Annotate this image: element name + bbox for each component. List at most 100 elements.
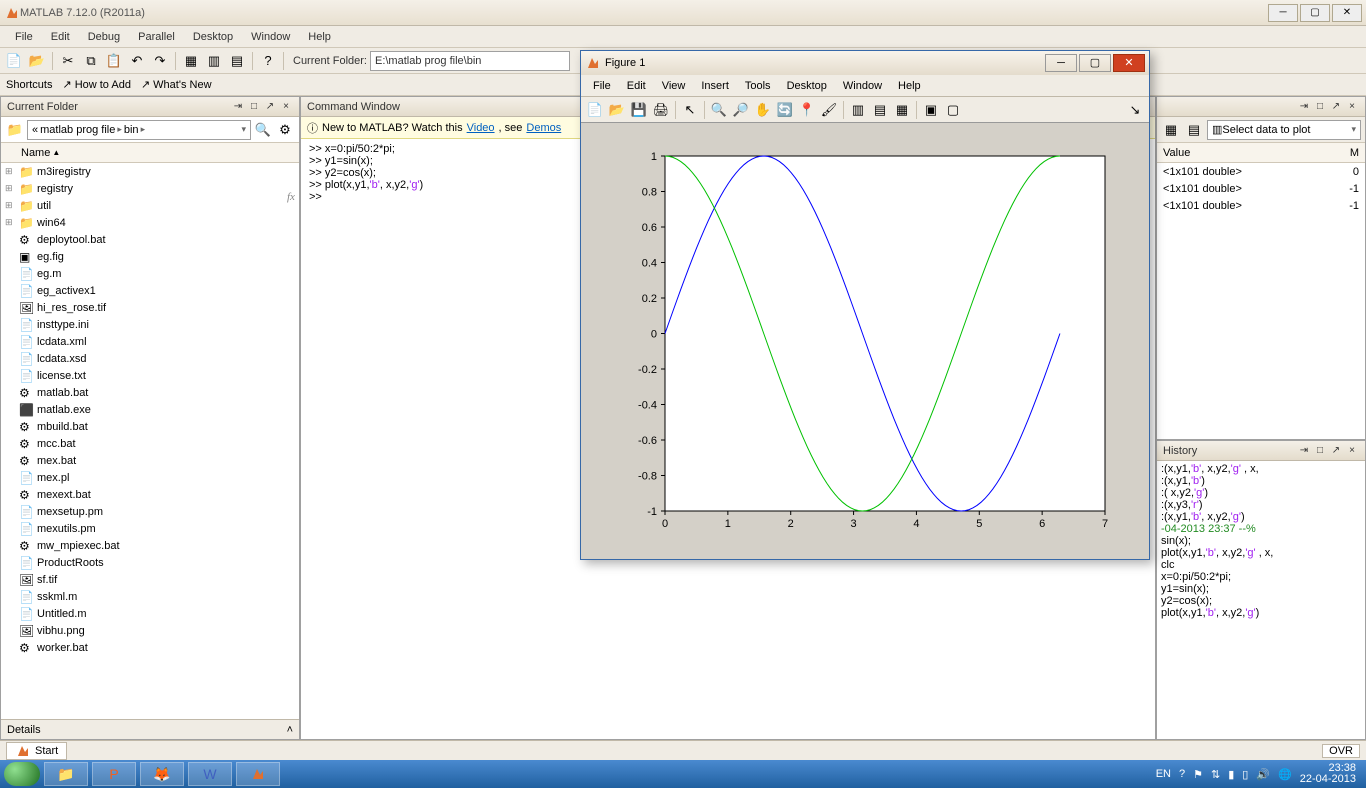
min-column-header[interactable]: M <box>1344 143 1365 162</box>
fig-zoom-out-icon[interactable]: 🔎 <box>731 100 751 120</box>
history-line[interactable]: y1=sin(x); <box>1161 583 1361 595</box>
workspace-variable-row[interactable]: <1x101 double>-1 <box>1157 197 1365 214</box>
value-column-header[interactable]: Value <box>1157 143 1344 162</box>
file-item[interactable]: ⊞📁util <box>1 197 299 214</box>
file-item[interactable]: 📄lcdata.xml <box>1 333 299 350</box>
file-item[interactable]: 📄license.txt <box>1 367 299 384</box>
fig-pointer-icon[interactable]: ↖ <box>680 100 700 120</box>
file-item[interactable]: ⚙mexext.bat <box>1 486 299 503</box>
panel-close-icon[interactable]: × <box>279 100 293 114</box>
undo-icon[interactable]: ↶ <box>127 51 147 71</box>
menu-debug[interactable]: Debug <box>79 31 129 43</box>
panel-max-icon[interactable]: □ <box>247 100 261 114</box>
profiler-icon[interactable]: ▤ <box>227 51 247 71</box>
network-tray-icon[interactable]: ⇅ <box>1211 768 1220 781</box>
help-icon[interactable]: ? <box>258 51 278 71</box>
guide-icon[interactable]: ▥ <box>204 51 224 71</box>
figure-menu-file[interactable]: File <box>585 80 619 92</box>
signal-tray-icon[interactable]: ▮ <box>1228 768 1234 781</box>
history-line[interactable]: :(x,y1,'b', x,y2,'g') <box>1161 511 1361 523</box>
history-line[interactable]: :(x,y1,'b', x,y2,'g' , x, <box>1161 463 1361 475</box>
word-taskbar-icon[interactable]: W <box>188 762 232 786</box>
start-orb[interactable] <box>4 762 40 786</box>
menu-window[interactable]: Window <box>242 31 299 43</box>
workspace-variable-row[interactable]: <1x101 double>-1 <box>1157 180 1365 197</box>
file-item[interactable]: ⚙mbuild.bat <box>1 418 299 435</box>
figure-menu-desktop[interactable]: Desktop <box>779 80 835 92</box>
fig-showplot-icon[interactable]: ▢ <box>943 100 963 120</box>
file-item[interactable]: ▣eg.fig <box>1 248 299 265</box>
fig-datatip-icon[interactable]: 📍 <box>797 100 817 120</box>
ws-max-icon[interactable]: □ <box>1313 100 1327 114</box>
hist-max-icon[interactable]: □ <box>1313 444 1327 458</box>
gear-icon[interactable]: ⚙ <box>275 120 295 140</box>
flag-tray-icon[interactable]: ⚑ <box>1193 768 1203 781</box>
fig-new-icon[interactable]: 📄 <box>585 100 605 120</box>
menu-edit[interactable]: Edit <box>42 31 79 43</box>
fig-save-icon[interactable]: 💾 <box>629 100 649 120</box>
fig-legend-icon[interactable]: ▤ <box>870 100 890 120</box>
file-item[interactable]: ⚙mw_mpiexec.bat <box>1 537 299 554</box>
file-item[interactable]: ⚙worker.bat <box>1 639 299 656</box>
file-item[interactable]: ⚙deploytool.bat <box>1 231 299 248</box>
history-line[interactable]: :(x,y1,'b') <box>1161 475 1361 487</box>
figure-menu-insert[interactable]: Insert <box>693 80 737 92</box>
open-file-icon[interactable]: 📂 <box>27 51 47 71</box>
panel-undock-icon[interactable]: ↗ <box>263 100 277 114</box>
history-line[interactable]: plot(x,y1,'b', x,y2,'g') <box>1161 607 1361 619</box>
fig-dock-icon[interactable]: ↘ <box>1125 100 1145 120</box>
ws-stack-icon[interactable]: ▦ <box>1161 120 1181 140</box>
history-line[interactable]: y2=cos(x); <box>1161 595 1361 607</box>
file-item[interactable]: ⊞📁m3iregistry <box>1 163 299 180</box>
file-item[interactable]: 🖼hi_res_rose.tif <box>1 299 299 316</box>
file-item[interactable]: 📄mex.pl <box>1 469 299 486</box>
figure-menu-window[interactable]: Window <box>835 80 890 92</box>
figure-close-button[interactable]: ✕ <box>1113 54 1145 72</box>
menu-parallel[interactable]: Parallel <box>129 31 184 43</box>
file-item[interactable]: ⊞📁win64 <box>1 214 299 231</box>
file-item[interactable]: ⊞📁registry <box>1 180 299 197</box>
how-to-add-button[interactable]: ↗ How to Add <box>62 78 130 91</box>
battery-tray-icon[interactable]: ▯ <box>1242 768 1248 781</box>
matlab-taskbar-icon[interactable] <box>236 762 280 786</box>
figure-menu-tools[interactable]: Tools <box>737 80 779 92</box>
new-file-icon[interactable]: 📄 <box>4 51 24 71</box>
current-folder-input[interactable] <box>370 51 570 71</box>
powerpoint-taskbar-icon[interactable]: P <box>92 762 136 786</box>
fig-brush-icon[interactable]: 🖌 <box>819 100 839 120</box>
history-line[interactable]: -04-2013 23:37 --% <box>1161 523 1361 535</box>
menu-file[interactable]: File <box>6 31 42 43</box>
menu-desktop[interactable]: Desktop <box>184 31 242 43</box>
search-icon[interactable]: 🔍 <box>253 120 273 140</box>
history-line[interactable]: sin(x); <box>1161 535 1361 547</box>
details-label[interactable]: Details <box>7 724 41 736</box>
fig-colorbar-icon[interactable]: ▥ <box>848 100 868 120</box>
file-item[interactable]: ⬛matlab.exe <box>1 401 299 418</box>
fig-link-icon[interactable]: ▦ <box>892 100 912 120</box>
whats-new-button[interactable]: ↗ What's New <box>141 78 212 91</box>
file-item[interactable]: ⚙matlab.bat <box>1 384 299 401</box>
ws-plot-icon[interactable]: ▤ <box>1184 120 1204 140</box>
figure-menu-help[interactable]: Help <box>890 80 929 92</box>
figure-minimize-button[interactable]: ─ <box>1045 54 1077 72</box>
help-tray-icon[interactable]: ? <box>1179 768 1185 780</box>
name-column-header[interactable]: Name <box>21 147 50 159</box>
video-link[interactable]: Video <box>467 122 495 134</box>
start-button[interactable]: Start <box>6 742 67 760</box>
file-item[interactable]: 📄eg_activex1 <box>1 282 299 299</box>
volume-tray-icon[interactable]: 🔊 <box>1256 768 1270 781</box>
globe-tray-icon[interactable]: 🌐 <box>1278 768 1292 781</box>
hist-close-icon[interactable]: × <box>1345 444 1359 458</box>
file-item[interactable]: ⚙mex.bat <box>1 452 299 469</box>
hist-undock-icon[interactable]: ↗ <box>1329 444 1343 458</box>
figure-window[interactable]: Figure 1 ─ ▢ ✕ FileEditViewInsertToolsDe… <box>580 50 1150 560</box>
close-button[interactable]: ✕ <box>1332 4 1362 22</box>
firefox-taskbar-icon[interactable]: 🦊 <box>140 762 184 786</box>
demos-link[interactable]: Demos <box>526 122 561 134</box>
file-item[interactable]: 📄mexutils.pm <box>1 520 299 537</box>
system-tray[interactable]: EN ? ⚑ ⇅ ▮ ▯ 🔊 🌐 23:38 22-04-2013 <box>1156 763 1362 785</box>
fig-open-icon[interactable]: 📂 <box>607 100 627 120</box>
figure-menu-edit[interactable]: Edit <box>619 80 654 92</box>
maximize-button[interactable]: ▢ <box>1300 4 1330 22</box>
history-line[interactable]: :(x,y3,'r') <box>1161 499 1361 511</box>
